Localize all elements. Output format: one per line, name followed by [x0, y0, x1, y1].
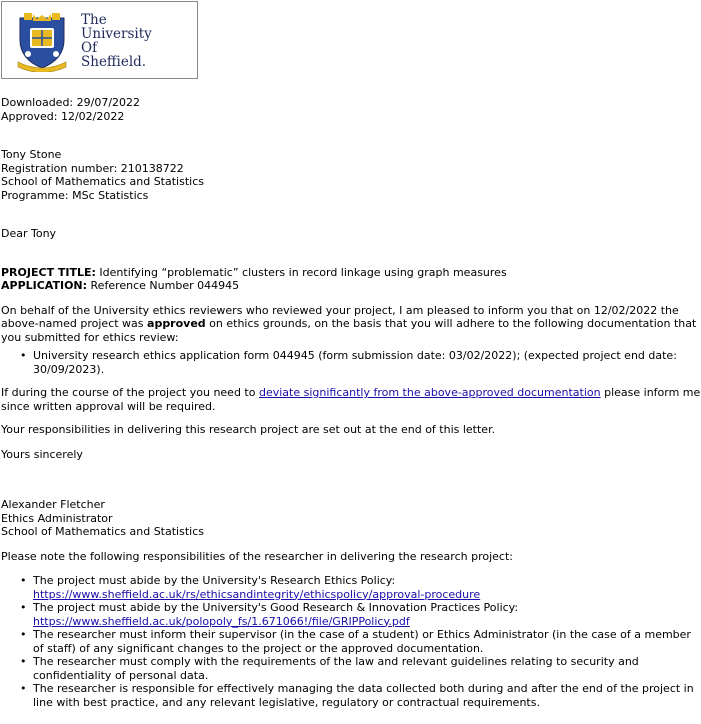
university-name: The University Of Sheffield. [81, 13, 152, 69]
list-item: The researcher must inform their supervi… [20, 628, 701, 655]
project-title-value: Identifying “problematic” clusters in re… [95, 265, 507, 279]
approval-paragraph: On behalf of the University ethics revie… [1, 304, 701, 345]
application-reference: APPLICATION: Reference Number 044945 [1, 279, 701, 293]
application-label: APPLICATION: [1, 279, 88, 292]
list-item: The researcher is responsible for effect… [20, 682, 701, 709]
list-item: The project must abide by the University… [20, 574, 701, 601]
ethics-policy-link[interactable]: https://www.sheffield.ac.uk/rs/ethicsand… [33, 588, 480, 601]
list-item: The project must abide by the University… [20, 601, 701, 628]
closing: Yours sincerely [1, 447, 83, 461]
university-name-line1: The [81, 12, 107, 28]
item1-text: The project must abide by the University… [33, 574, 396, 587]
university-crest-icon [17, 13, 67, 72]
ethics-approval-letter: Downloaded: 29/07/2022 Approved: 12/02/2… [1, 96, 701, 709]
list-item: University research ethics application f… [20, 349, 701, 376]
project-title-label: PROJECT TITLE: [1, 265, 96, 279]
list-item: The researcher must comply with the requ… [20, 655, 701, 682]
deviation-paragraph: If during the course of the project you … [1, 386, 701, 413]
university-name-line4: Sheffield. [81, 54, 147, 70]
approved-documents-list: University research ethics application f… [1, 349, 701, 376]
recipient-programme: Programme: MSc Statistics [1, 188, 149, 202]
deviation-text-start: If during the course of the project you … [1, 386, 259, 399]
greeting: Dear Tony [1, 227, 57, 240]
approved-date: Approved: 12/02/2022 [1, 109, 125, 123]
responsibilities-intro: Please note the following responsibiliti… [1, 549, 513, 563]
university-name-line3: Of [81, 40, 98, 56]
application-value: Reference Number 044945 [87, 279, 240, 292]
responsibilities-list: The project must abide by the University… [1, 574, 701, 709]
approved-emphasis: approved [147, 317, 206, 330]
signatory-title: Ethics Administrator [1, 511, 113, 525]
downloaded-date: Downloaded: 29/07/2022 [1, 96, 141, 109]
recipient-school: School of Mathematics and Statistics [1, 175, 204, 188]
university-logo: The University Of Sheffield. [1, 1, 198, 79]
deviation-link[interactable]: deviate significantly from the above-app… [259, 386, 601, 399]
item2-text: The project must abide by the University… [33, 601, 519, 614]
signatory-school: School of Mathematics and Statistics [1, 525, 204, 538]
recipient-name: Tony Stone [1, 148, 62, 161]
university-name-line2: University [81, 26, 152, 42]
registration-number: Registration number: 210138722 [1, 161, 184, 175]
signatory-name: Alexander Fletcher [1, 498, 105, 511]
responsibilities-note: Your responsibilities in delivering this… [1, 423, 496, 436]
project-title: PROJECT TITLE: Identifying “problematic”… [1, 266, 701, 280]
grip-policy-link[interactable]: https://www.sheffield.ac.uk/polopoly_fs/… [33, 615, 410, 628]
